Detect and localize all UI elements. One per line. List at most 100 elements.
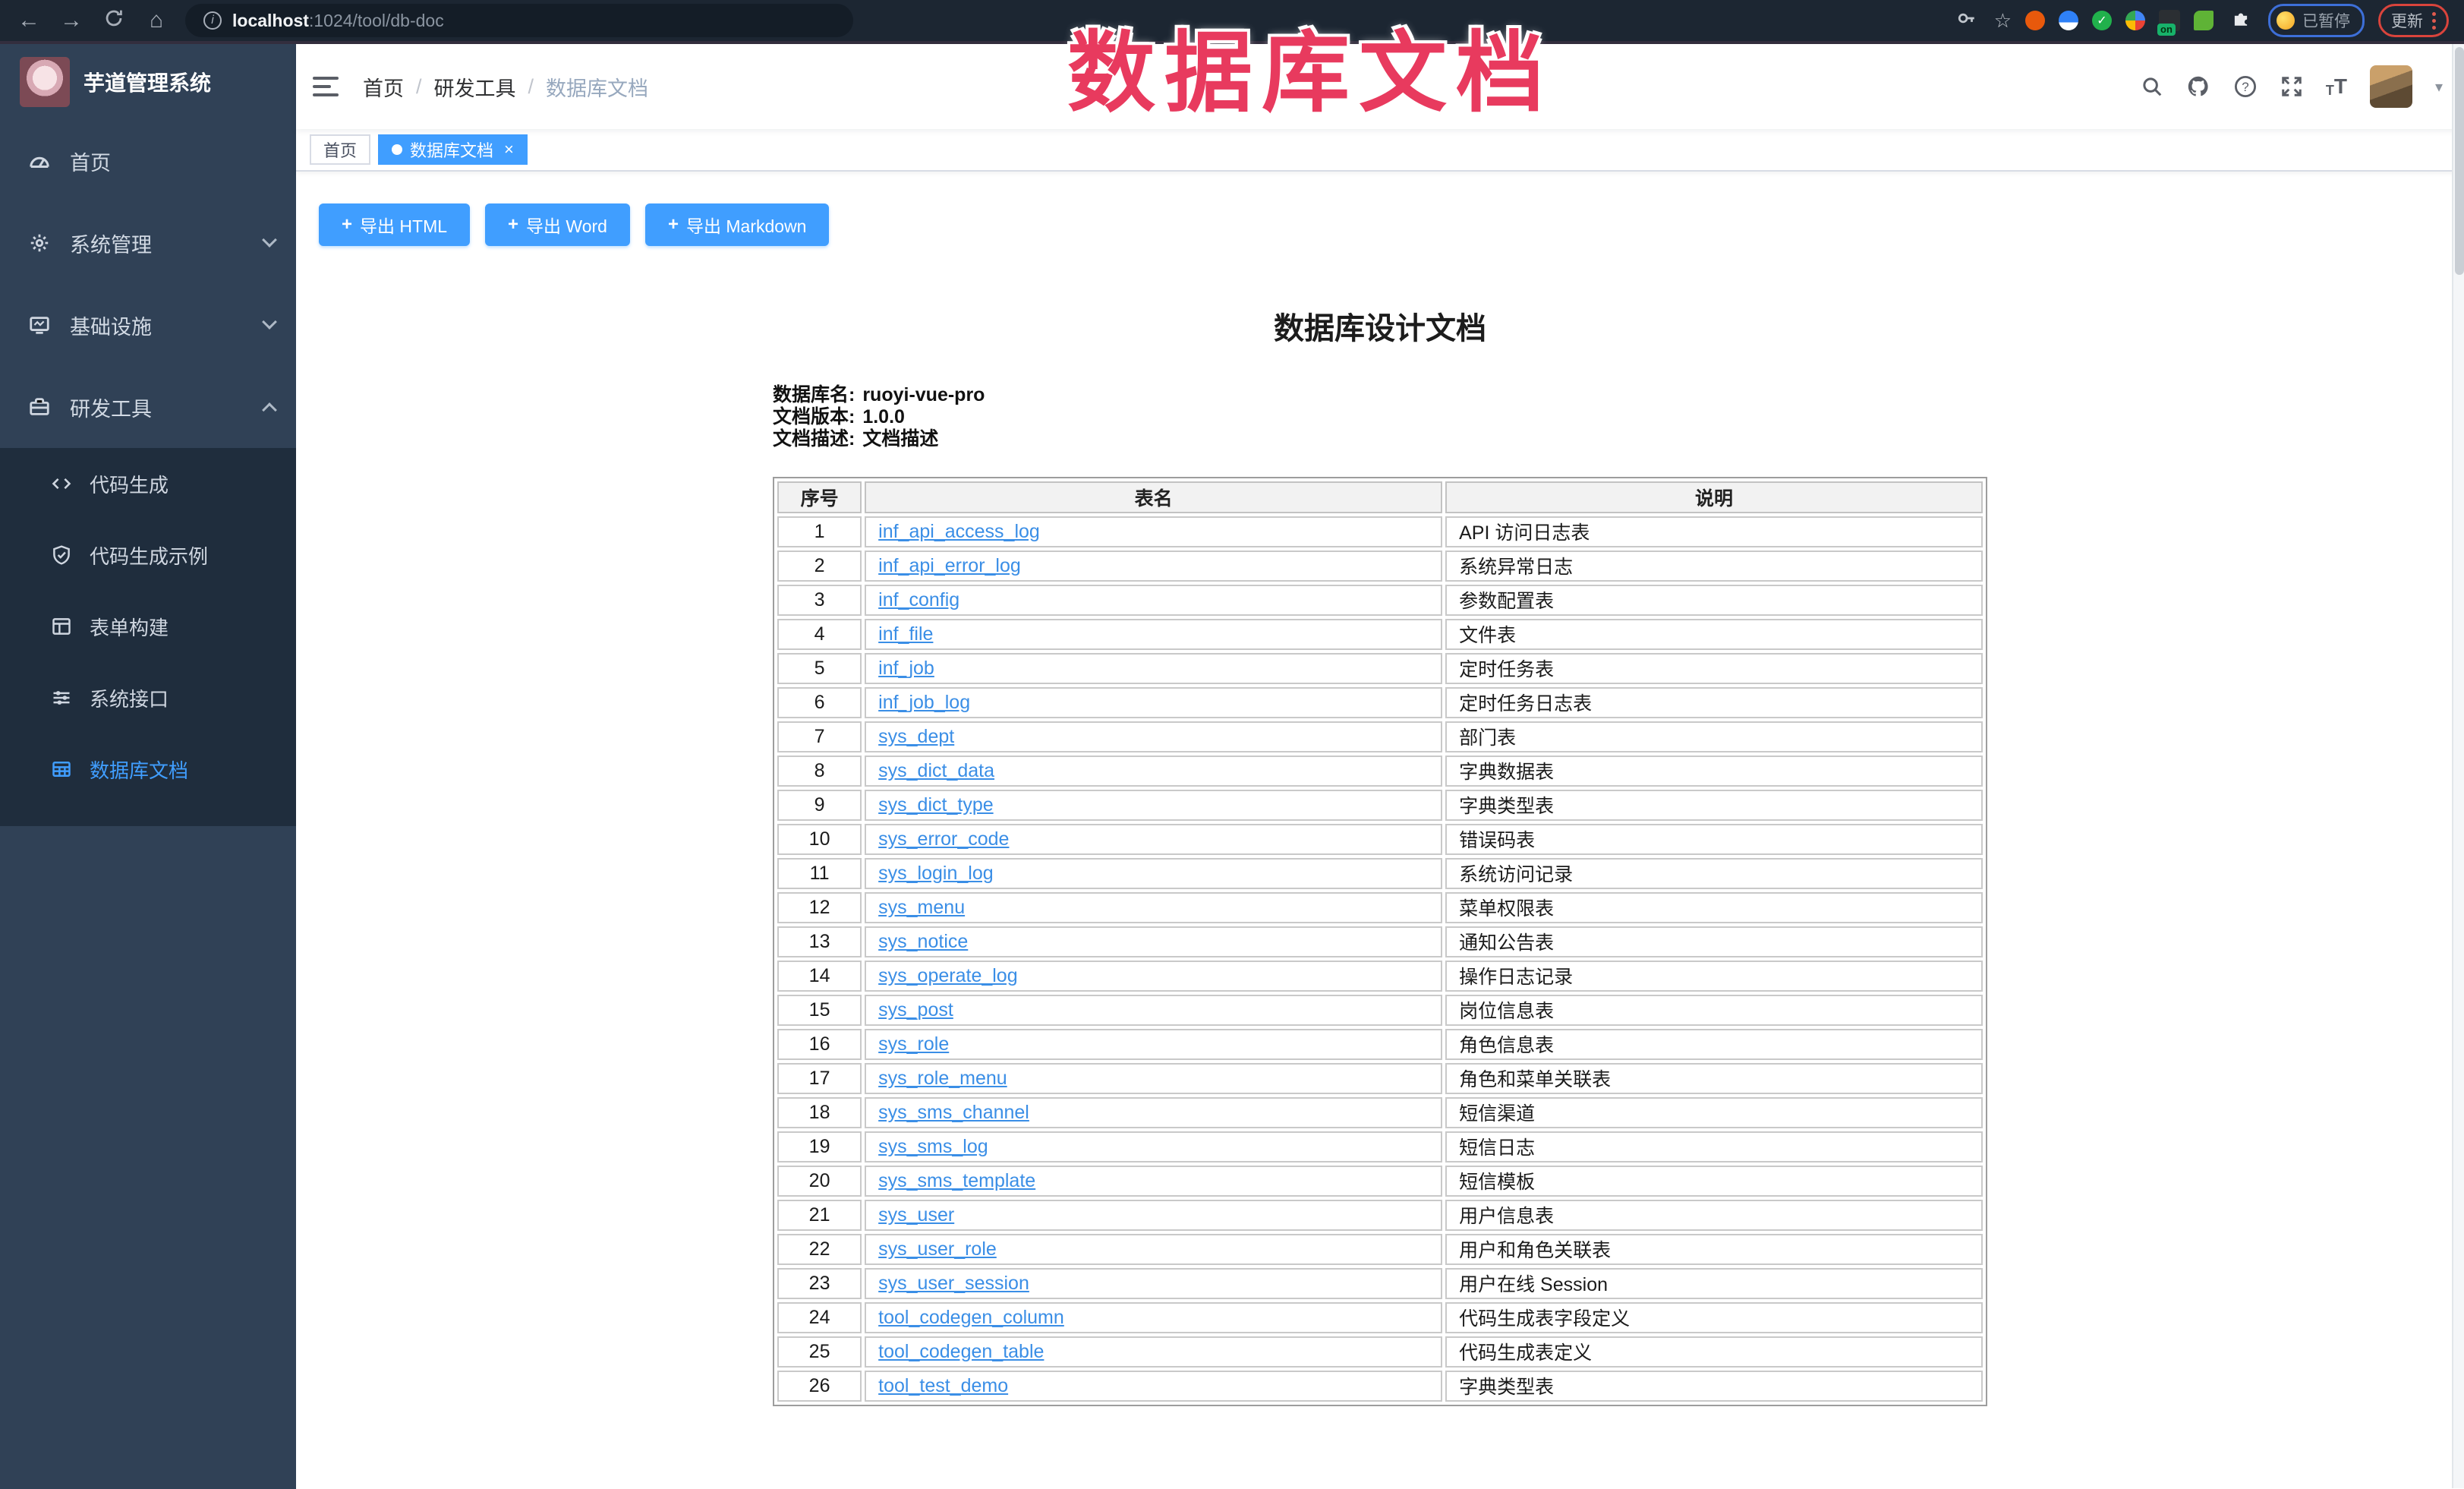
sidebar-item-home[interactable]: 首页 [0, 120, 296, 202]
row-index: 17 [777, 1063, 862, 1094]
search-icon[interactable] [2141, 75, 2163, 98]
table-link[interactable]: inf_api_access_log [878, 521, 1040, 542]
page-scrollbar[interactable] [2452, 44, 2464, 1488]
table-link[interactable]: sys_dict_type [878, 794, 993, 815]
table-desc-cell: 短信模板 [1445, 1166, 1983, 1197]
puzzle-extensions-icon[interactable] [2227, 8, 2254, 33]
tag-home[interactable]: 首页 [310, 134, 370, 165]
table-row: 14sys_operate_log操作日志记录 [777, 961, 1983, 992]
table-link[interactable]: sys_role_menu [878, 1068, 1007, 1089]
extension-icon-1[interactable] [2025, 11, 2045, 30]
extension-icon-6[interactable] [2194, 11, 2214, 30]
chevron-down-icon [262, 232, 277, 248]
table-link[interactable]: inf_job_log [878, 692, 970, 713]
table-desc-cell: 角色和菜单关联表 [1445, 1063, 1983, 1094]
sidebar-item-infra[interactable]: 基础设施 [0, 284, 296, 366]
table-link[interactable]: inf_job [878, 658, 934, 679]
breadcrumb-devtools[interactable]: 研发工具 [434, 72, 516, 102]
sidebar-item-system-api[interactable]: 系统接口 [0, 662, 296, 733]
breadcrumb-home[interactable]: 首页 [363, 72, 404, 102]
table-link[interactable]: sys_dict_data [878, 760, 994, 781]
table-link[interactable]: tool_test_demo [878, 1375, 1008, 1396]
tag-close-icon[interactable]: × [504, 141, 514, 158]
field-label: 数据库名: [773, 384, 855, 406]
table-link[interactable]: sys_notice [878, 931, 968, 952]
table-row: 16sys_role角色信息表 [777, 1029, 1983, 1060]
extension-icon-4[interactable] [2125, 11, 2145, 30]
user-menu-caret-icon[interactable]: ▾ [2435, 77, 2443, 96]
site-info-icon[interactable]: i [203, 11, 222, 30]
active-dot-icon [392, 144, 402, 155]
row-index: 22 [777, 1234, 862, 1265]
sidebar-toggle-icon[interactable] [313, 77, 339, 96]
github-icon[interactable] [2186, 74, 2210, 99]
table-link[interactable]: sys_user [878, 1204, 954, 1226]
back-icon[interactable]: ← [15, 9, 43, 32]
app-logo-row[interactable]: 芋道管理系统 [0, 44, 296, 120]
bookmark-star-icon[interactable]: ☆ [1994, 9, 2012, 33]
table-link[interactable]: sys_sms_log [878, 1136, 988, 1157]
paused-extension-badge[interactable]: 已暂停 [2268, 4, 2365, 37]
extension-icon-5[interactable]: on [2159, 10, 2180, 31]
sidebar-item-db-doc[interactable]: 数据库文档 [0, 733, 296, 805]
table-link[interactable]: sys_user_role [878, 1238, 997, 1260]
export-html-button[interactable]: + 导出 HTML [319, 203, 470, 246]
table-link[interactable]: tool_codegen_column [878, 1307, 1064, 1328]
table-desc-cell: 错误码表 [1445, 824, 1983, 855]
sidebar-item-form-builder[interactable]: 表单构建 [0, 591, 296, 662]
table-link[interactable]: inf_api_error_log [878, 555, 1021, 576]
sidebar-item-codegen-demo[interactable]: 代码生成示例 [0, 519, 296, 591]
table-link[interactable]: tool_codegen_table [878, 1341, 1044, 1362]
sidebar-item-system[interactable]: 系统管理 [0, 202, 296, 284]
table-name-cell: tool_codegen_table [865, 1336, 1442, 1368]
extension-icon-2[interactable] [2059, 11, 2078, 30]
browser-update-button[interactable]: 更新 [2378, 4, 2449, 37]
tag-db-doc[interactable]: 数据库文档 × [378, 134, 528, 165]
font-size-icon[interactable]: TT [2326, 74, 2347, 99]
scrollbar-thumb[interactable] [2455, 47, 2464, 275]
table-row: 3inf_config参数配置表 [777, 585, 1983, 616]
table-link[interactable]: sys_sms_channel [878, 1102, 1029, 1123]
export-markdown-button[interactable]: + 导出 Markdown [645, 203, 830, 246]
table-desc-cell: 用户在线 Session [1445, 1268, 1983, 1299]
address-bar[interactable]: i localhost:1024/tool/db-doc [185, 4, 853, 37]
form-icon [50, 615, 73, 638]
sidebar: 芋道管理系统 首页 系统管理 基础设施 [0, 44, 296, 1489]
row-index: 2 [777, 550, 862, 582]
table-name-cell: tool_test_demo [865, 1371, 1442, 1402]
key-icon[interactable] [1953, 8, 1980, 33]
help-icon[interactable]: ? [2233, 74, 2258, 99]
reload-icon[interactable] [100, 8, 128, 33]
row-index: 25 [777, 1336, 862, 1368]
table-link[interactable]: sys_operate_log [878, 965, 1017, 986]
table-desc-cell: 字典数据表 [1445, 756, 1983, 787]
sidebar-item-codegen[interactable]: 代码生成 [0, 448, 296, 519]
field-value: 1.0.0 [862, 406, 905, 428]
table-row: 4inf_file文件表 [777, 619, 1983, 650]
table-link[interactable]: sys_sms_template [878, 1170, 1035, 1191]
sidebar-item-devtools[interactable]: 研发工具 [0, 366, 296, 448]
db-doc: 数据库设计文档 数据库名:ruoyi-vue-pro 文档版本:1.0.0 文档… [773, 304, 1987, 1406]
table-link[interactable]: sys_role [878, 1033, 949, 1055]
fullscreen-icon[interactable] [2280, 75, 2303, 98]
table-link[interactable]: sys_error_code [878, 828, 1009, 850]
home-icon[interactable]: ⌂ [143, 9, 170, 32]
avatar[interactable] [2370, 65, 2412, 108]
table-link[interactable]: inf_file [878, 623, 933, 645]
extension-icon-3[interactable]: ✓ [2092, 11, 2112, 30]
row-index: 21 [777, 1200, 862, 1231]
export-word-button[interactable]: + 导出 Word [485, 203, 630, 246]
table-row: 19sys_sms_log短信日志 [777, 1131, 1983, 1162]
table-link[interactable]: sys_user_session [878, 1273, 1029, 1294]
table-link[interactable]: sys_post [878, 999, 953, 1021]
table-desc-cell: 部门表 [1445, 721, 1983, 752]
table-link[interactable]: sys_login_log [878, 863, 994, 884]
forward-icon[interactable]: → [58, 9, 85, 32]
table-link[interactable]: sys_dept [878, 726, 954, 747]
browser-menu-dots-icon[interactable] [2432, 12, 2436, 30]
sidebar-item-label: 代码生成示例 [90, 541, 208, 569]
table-link[interactable]: inf_config [878, 589, 959, 610]
table-desc-cell: API 访问日志表 [1445, 516, 1983, 547]
table-name-cell: sys_sms_log [865, 1131, 1442, 1162]
table-link[interactable]: sys_menu [878, 897, 965, 918]
